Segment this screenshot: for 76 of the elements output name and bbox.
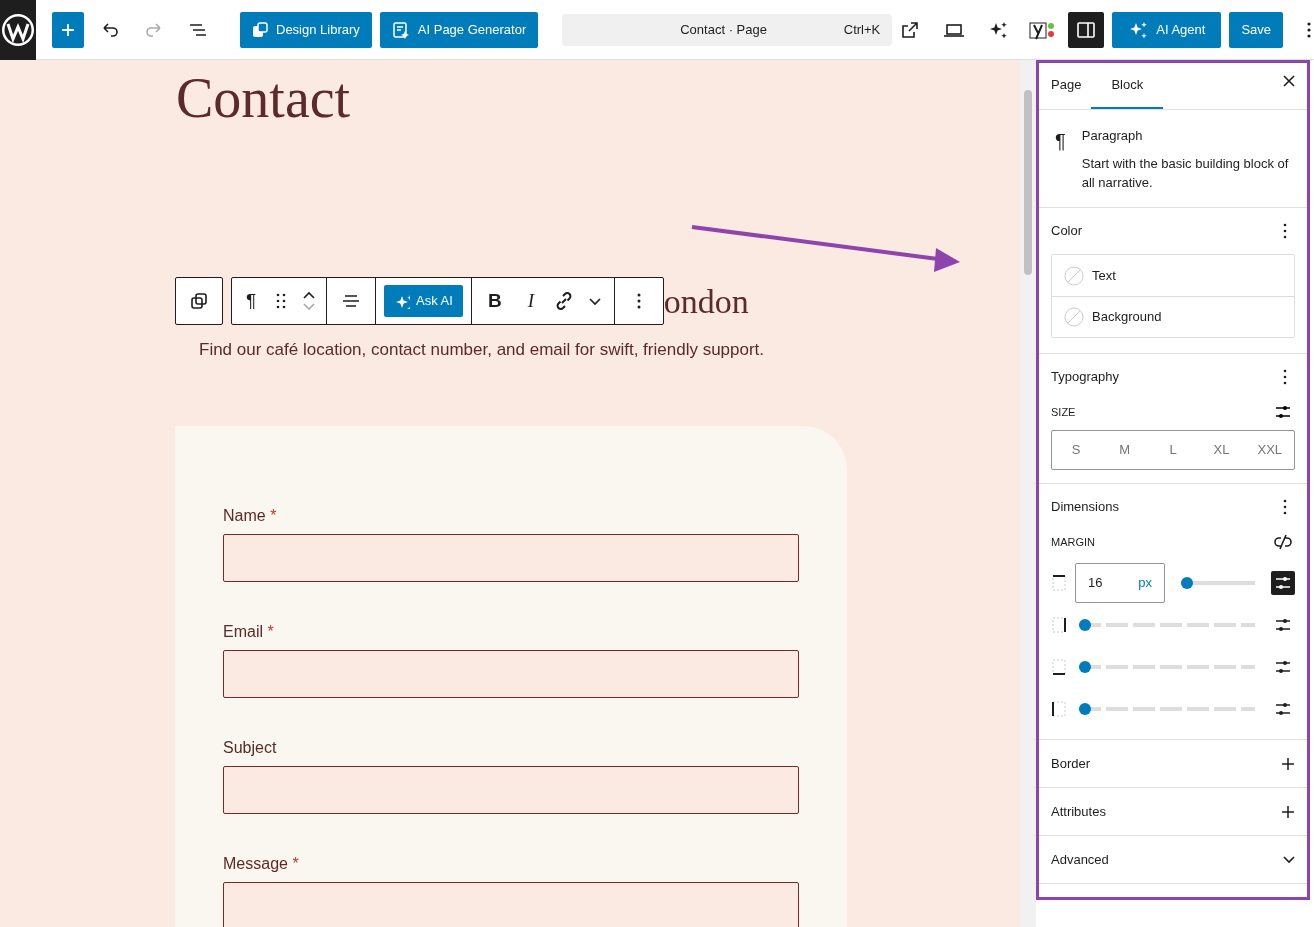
plus-icon — [1281, 756, 1295, 771]
close-icon — [1283, 75, 1295, 87]
sliders-icon — [1275, 575, 1291, 591]
block-description: Start with the basic building block of all narrative. — [1081, 154, 1290, 192]
save-button[interactable]: Save — [1229, 11, 1284, 48]
ask-ai-button[interactable]: Ask AI — [384, 285, 463, 318]
size-label: SIZE — [1051, 404, 1076, 420]
chevron-down-icon — [1283, 855, 1295, 864]
shortcut-text: Ctrl+K — [843, 20, 881, 39]
block-name: Paragraph — [1081, 127, 1144, 145]
size-option[interactable]: L — [1148, 431, 1198, 469]
sparkle-document-icon — [391, 20, 410, 39]
section-title: Typography — [1051, 368, 1119, 387]
color-option[interactable]: Background — [1052, 296, 1294, 337]
paragraph-text: Find our café location, contact number, and email for swift, friendly support. — [199, 338, 766, 361]
sidebar-icon — [1076, 19, 1097, 40]
sliders-icon — [1275, 404, 1291, 420]
bold-button[interactable]: B — [475, 278, 514, 325]
slider-thumb[interactable] — [1079, 661, 1091, 673]
size-option[interactable]: S — [1052, 431, 1101, 469]
sliders-icon — [1275, 659, 1291, 675]
slider-thumb[interactable] — [1181, 577, 1193, 589]
paragraph-icon: ¶ — [1055, 126, 1066, 191]
sliders-icon — [1275, 617, 1291, 633]
scrollbar[interactable] — [1020, 60, 1036, 927]
wordpress-logo-icon[interactable] — [0, 11, 36, 48]
design-library-button[interactable]: Design Library — [240, 11, 372, 48]
slider-thumb[interactable] — [1079, 703, 1091, 715]
size-option[interactable]: XXL — [1245, 431, 1295, 469]
field-label: Name * — [223, 506, 278, 527]
sidebar-tab[interactable]: Block — [1091, 63, 1164, 109]
side-icon — [1051, 615, 1067, 635]
side-icon — [1051, 657, 1067, 677]
size-option[interactable]: M — [1100, 431, 1149, 469]
more-vertical-icon — [1283, 223, 1287, 239]
input-field[interactable] — [223, 766, 799, 815]
sparkle-icon — [394, 293, 410, 310]
side-icon — [1051, 573, 1067, 593]
size-option[interactable]: XL — [1197, 431, 1246, 469]
add-block-button[interactable] — [52, 11, 84, 48]
slider-thumb[interactable] — [1079, 619, 1091, 631]
duplicate-icon — [190, 292, 208, 311]
field-label: Email * — [223, 622, 275, 643]
command-palette-button[interactable]: Contact · Page Ctrl+K — [562, 13, 893, 46]
side-icon — [1051, 699, 1067, 719]
ai-agent-button[interactable]: AI Agent — [1112, 11, 1222, 48]
field-label: Message * — [223, 854, 300, 875]
custom-value-button[interactable] — [1271, 571, 1295, 595]
more-vertical-icon — [1283, 369, 1287, 385]
field-label: Subject — [223, 738, 278, 759]
ai-page-generator-button[interactable]: AI Page Generator — [379, 11, 539, 48]
italic-button[interactable]: I — [513, 278, 548, 325]
section-title: Color — [1051, 222, 1083, 241]
plus-icon — [1281, 804, 1295, 819]
library-icon — [252, 21, 268, 38]
section-title: Dimensions — [1051, 498, 1119, 517]
heading-text: ondon — [663, 281, 749, 322]
no-color-swatch-icon — [1064, 307, 1084, 327]
margin-label: MARGIN — [1051, 534, 1095, 550]
input-field[interactable] — [223, 534, 799, 583]
more-vertical-icon — [635, 292, 642, 311]
plus-icon — [61, 22, 75, 37]
no-color-swatch-icon — [1064, 265, 1084, 286]
paragraph-block-button[interactable]: ¶ — [236, 278, 266, 325]
more-vertical-icon — [1283, 499, 1287, 515]
margin-input[interactable]: 16 px — [1075, 563, 1165, 603]
unlink-icon — [1273, 532, 1293, 552]
settings-sidebar-toggle[interactable] — [1068, 11, 1105, 48]
input-field[interactable] — [223, 650, 799, 699]
unit-select[interactable]: px — [1138, 573, 1152, 593]
drag-handle-icon — [276, 293, 286, 310]
page-title: Contact — [176, 68, 352, 130]
sliders-icon — [1275, 701, 1291, 717]
external-link-icon — [900, 19, 921, 40]
sidebar-tab[interactable]: Page — [1041, 63, 1092, 109]
chevron-down-icon — [588, 296, 601, 307]
